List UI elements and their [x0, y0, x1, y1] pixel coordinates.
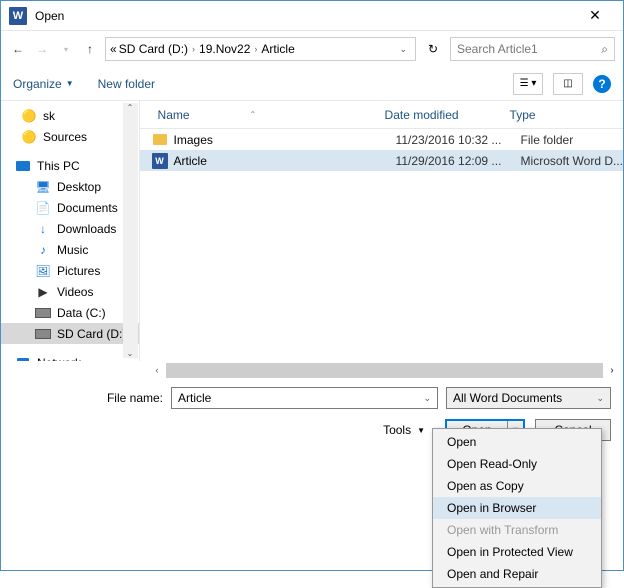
menu-item-open-repair[interactable]: Open and Repair — [433, 563, 601, 585]
tree-item-downloads[interactable]: ↓Downloads — [1, 218, 139, 239]
tree-item-sk[interactable]: 🟡sk — [1, 105, 139, 126]
desktop-icon: 🖥 — [35, 179, 51, 195]
menu-item-open-transform: Open with Transform — [433, 519, 601, 541]
filetype-select[interactable]: All Word Documents ⌄ — [446, 387, 611, 409]
breadcrumb-seg1[interactable]: SD Card (D:) — [119, 42, 188, 56]
menu-item-open-readonly[interactable]: Open Read-Only — [433, 453, 601, 475]
breadcrumb[interactable]: « SD Card (D:) › 19.Nov22 › Article ⌄ — [105, 37, 416, 61]
pc-icon — [15, 158, 31, 174]
organize-button[interactable]: Organize ▼ — [13, 77, 74, 91]
music-icon: ♪ — [35, 242, 51, 258]
menu-item-open-copy[interactable]: Open as Copy — [433, 475, 601, 497]
tree-item-pictures[interactable]: 🖼Pictures — [1, 260, 139, 281]
nav-tree: 🟡sk 🟡Sources This PC 🖥Desktop 📄Documents… — [1, 101, 140, 361]
filename-label: File name: — [13, 391, 163, 405]
tree-item-desktop[interactable]: 🖥Desktop — [1, 176, 139, 197]
help-icon[interactable]: ? — [593, 75, 611, 93]
word-app-icon: W — [9, 7, 27, 25]
view-mode-button[interactable]: ☰ ▾ — [513, 73, 543, 95]
search-input[interactable]: Search Article1 ⌕ — [450, 37, 615, 61]
search-icon: ⌕ — [601, 42, 608, 57]
forward-arrow-icon: → — [33, 40, 51, 58]
back-arrow-icon[interactable]: ← — [9, 40, 27, 58]
folder-icon — [152, 132, 168, 148]
tree-item-sdcard[interactable]: SD Card (D:) — [1, 323, 139, 344]
scroll-left-icon[interactable]: ‹ — [150, 365, 164, 375]
column-header-name[interactable]: Name⌃ — [140, 108, 385, 122]
column-header-type[interactable]: Type — [510, 108, 623, 122]
drive-icon — [35, 305, 51, 321]
tree-item-videos[interactable]: ▶Videos — [1, 281, 139, 302]
chevron-down-icon: ▼ — [66, 79, 74, 88]
tree-item-datac[interactable]: Data (C:) — [1, 302, 139, 323]
search-placeholder: Search Article1 — [457, 42, 601, 56]
filename-input[interactable]: Article ⌄ — [171, 387, 438, 409]
tree-item-network[interactable]: Network — [1, 352, 139, 361]
breadcrumb-prefix: « — [110, 42, 117, 56]
breadcrumb-seg3[interactable]: Article — [261, 42, 294, 56]
tree-item-music[interactable]: ♪Music — [1, 239, 139, 260]
word-file-icon: W — [152, 153, 168, 169]
up-arrow-icon[interactable]: ↑ — [81, 40, 99, 58]
new-folder-button[interactable]: New folder — [98, 77, 155, 91]
scroll-right-icon[interactable]: › — [605, 365, 619, 376]
chevron-down-icon: ▼ — [417, 426, 425, 435]
horizontal-scrollbar[interactable] — [166, 363, 603, 378]
pictures-icon: 🖼 — [35, 263, 51, 279]
sort-indicator-icon: ⌃ — [250, 110, 257, 119]
menu-item-open-protected[interactable]: Open in Protected View — [433, 541, 601, 563]
file-row-folder[interactable]: Images 11/23/2016 10:32 ... File folder — [140, 129, 623, 150]
menu-item-open[interactable]: Open — [433, 431, 601, 453]
breadcrumb-seg2[interactable]: 19.Nov22 — [199, 42, 250, 56]
tree-scrollbar[interactable]: ⌃⌄ — [123, 103, 138, 358]
chevron-right-icon: › — [252, 44, 259, 54]
documents-icon: 📄 — [35, 200, 51, 216]
menu-item-open-browser[interactable]: Open in Browser — [433, 497, 601, 519]
tree-item-documents[interactable]: 📄Documents — [1, 197, 139, 218]
column-header-date[interactable]: Date modified — [385, 108, 510, 122]
chevron-down-icon[interactable]: ⌄ — [423, 393, 431, 404]
folder-icon: 🟡 — [21, 108, 37, 124]
breadcrumb-dropdown-icon[interactable]: ⌄ — [395, 44, 411, 55]
drive-icon — [35, 326, 51, 342]
recent-dropdown-icon[interactable]: ▾ — [57, 40, 75, 58]
tree-item-sources[interactable]: 🟡Sources — [1, 126, 139, 147]
tree-item-thispc[interactable]: This PC — [1, 155, 139, 176]
chevron-right-icon: › — [190, 44, 197, 54]
open-dropdown-menu: Open Open Read-Only Open as Copy Open in… — [432, 428, 602, 588]
preview-pane-button[interactable]: ◫ — [553, 73, 583, 95]
chevron-down-icon[interactable]: ⌄ — [596, 393, 604, 404]
network-icon — [15, 355, 31, 362]
close-icon[interactable]: ✕ — [575, 7, 615, 24]
tools-button[interactable]: Tools ▼ — [383, 423, 425, 437]
folder-icon: 🟡 — [21, 129, 37, 145]
downloads-icon: ↓ — [35, 221, 51, 237]
window-title: Open — [35, 9, 575, 23]
file-row-word[interactable]: W Article 11/29/2016 12:09 ... Microsoft… — [140, 150, 623, 171]
videos-icon: ▶ — [35, 284, 51, 300]
refresh-icon[interactable]: ↻ — [422, 38, 444, 60]
